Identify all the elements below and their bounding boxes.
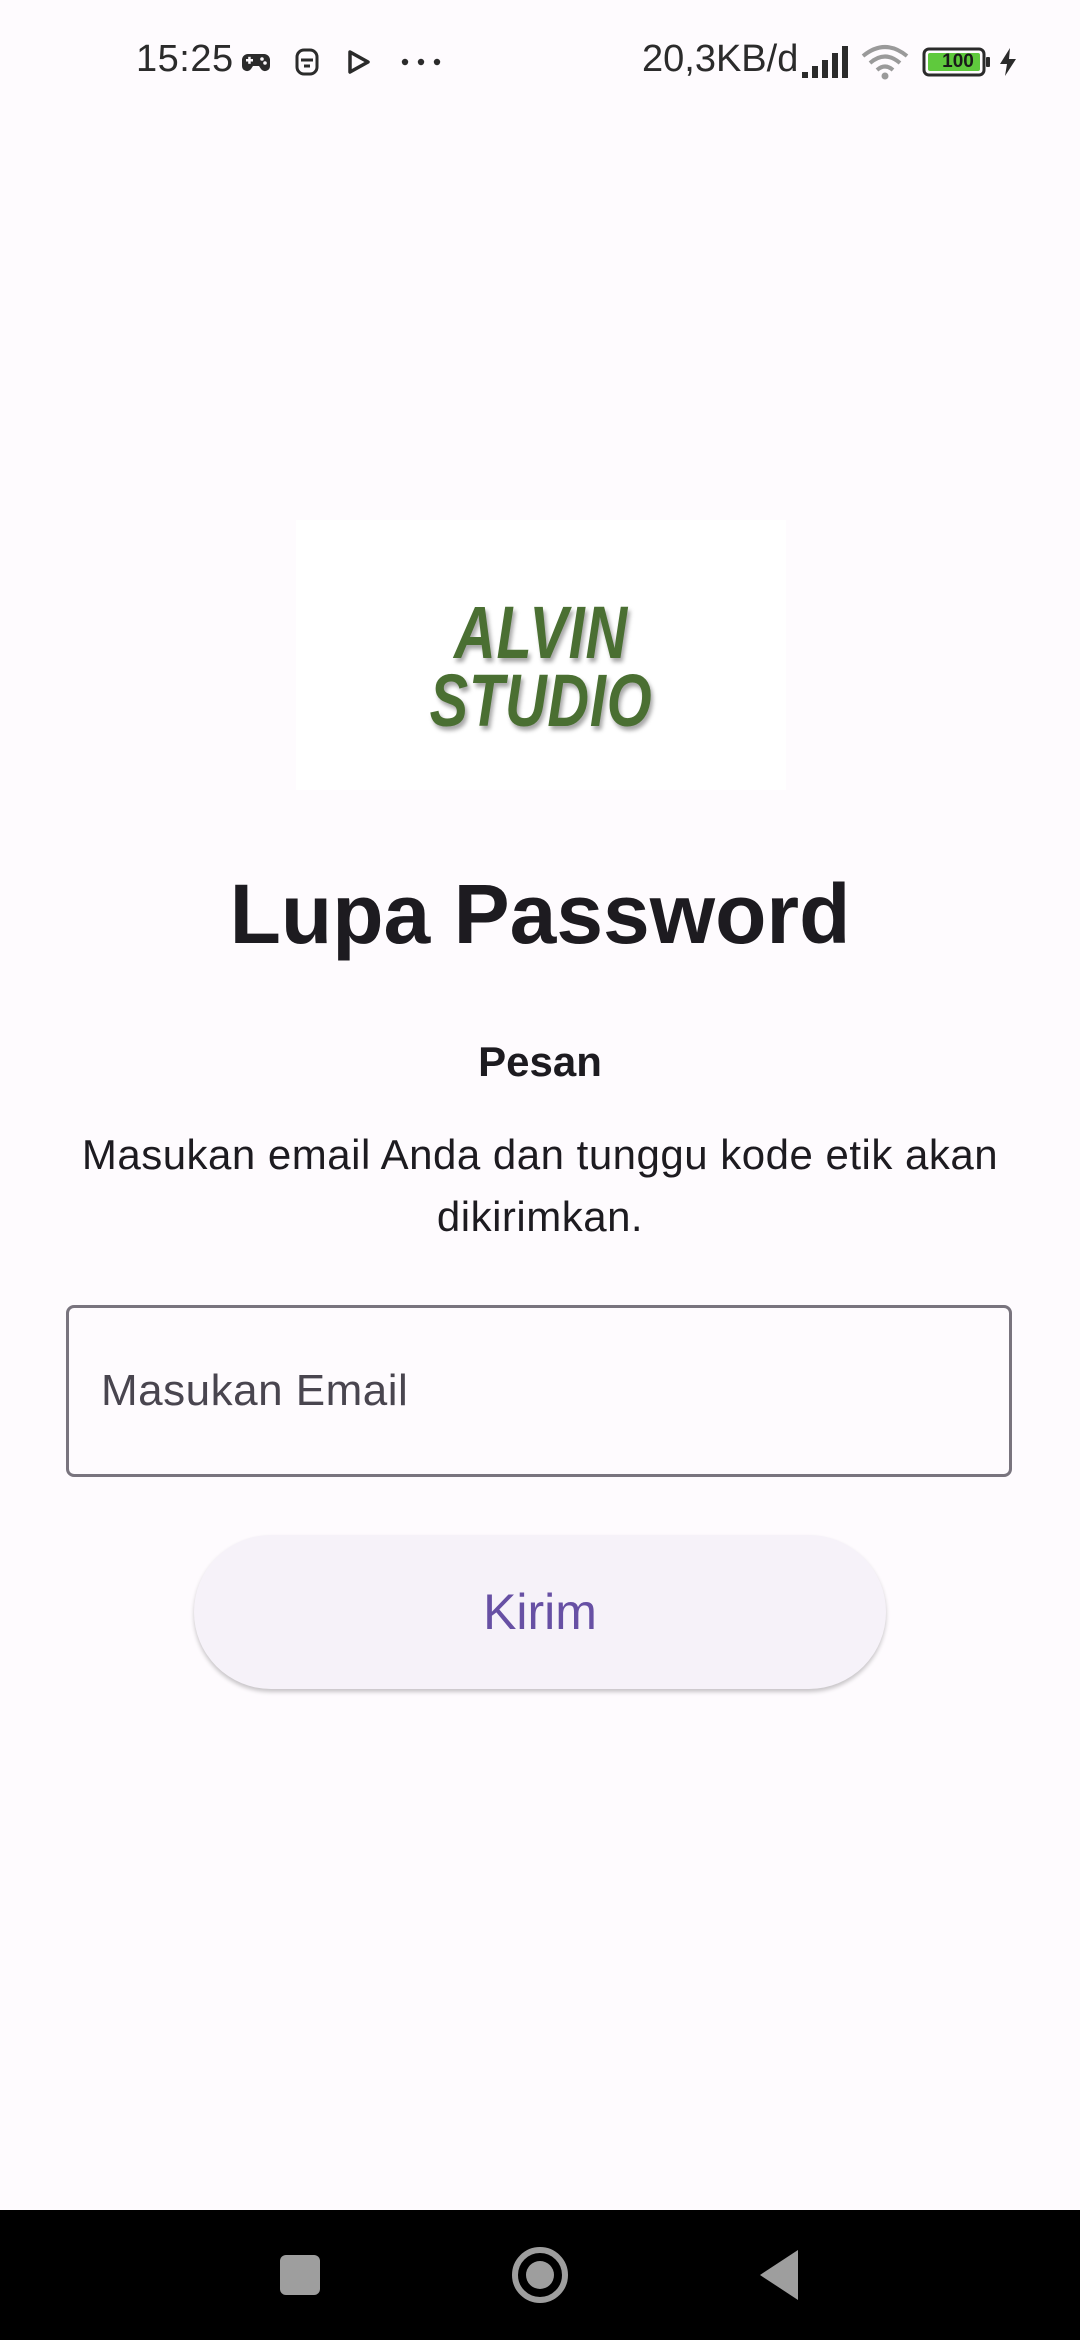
page-title: Lupa Password [229,867,851,961]
play-store-icon [348,50,370,74]
game-controller-icon [242,54,270,71]
submit-button[interactable]: Kirim [194,1535,886,1689]
message-body: Masukan email Anda dan tunggu kode etik … [81,1131,999,1240]
logo-text-line2: STUDIO [429,659,653,742]
back-button[interactable] [730,2230,830,2320]
recents-button[interactable] [250,2230,350,2320]
message-heading: Pesan [478,1038,602,1085]
system-navigation-bar [0,2210,1080,2340]
home-button[interactable] [490,2230,590,2320]
signal-icon [802,46,848,78]
status-time: 15:25 [136,38,234,80]
network-speed: 20,3KB/d [642,38,799,80]
status-bar: 15:25 20,3KB/d 100 [0,0,1080,124]
app-logo: ALVIN STUDIO [296,520,786,790]
more-dots-icon [401,58,441,66]
battery-level-text: 100 [942,51,974,72]
wifi-icon [861,45,909,80]
email-input[interactable] [66,1305,1012,1477]
forgot-password-screen: 15:25 20,3KB/d 100 ALVIN STUDIO Lupa Pas… [0,0,1080,2340]
charging-icon [1000,48,1016,76]
app-notification-icon [295,48,319,76]
